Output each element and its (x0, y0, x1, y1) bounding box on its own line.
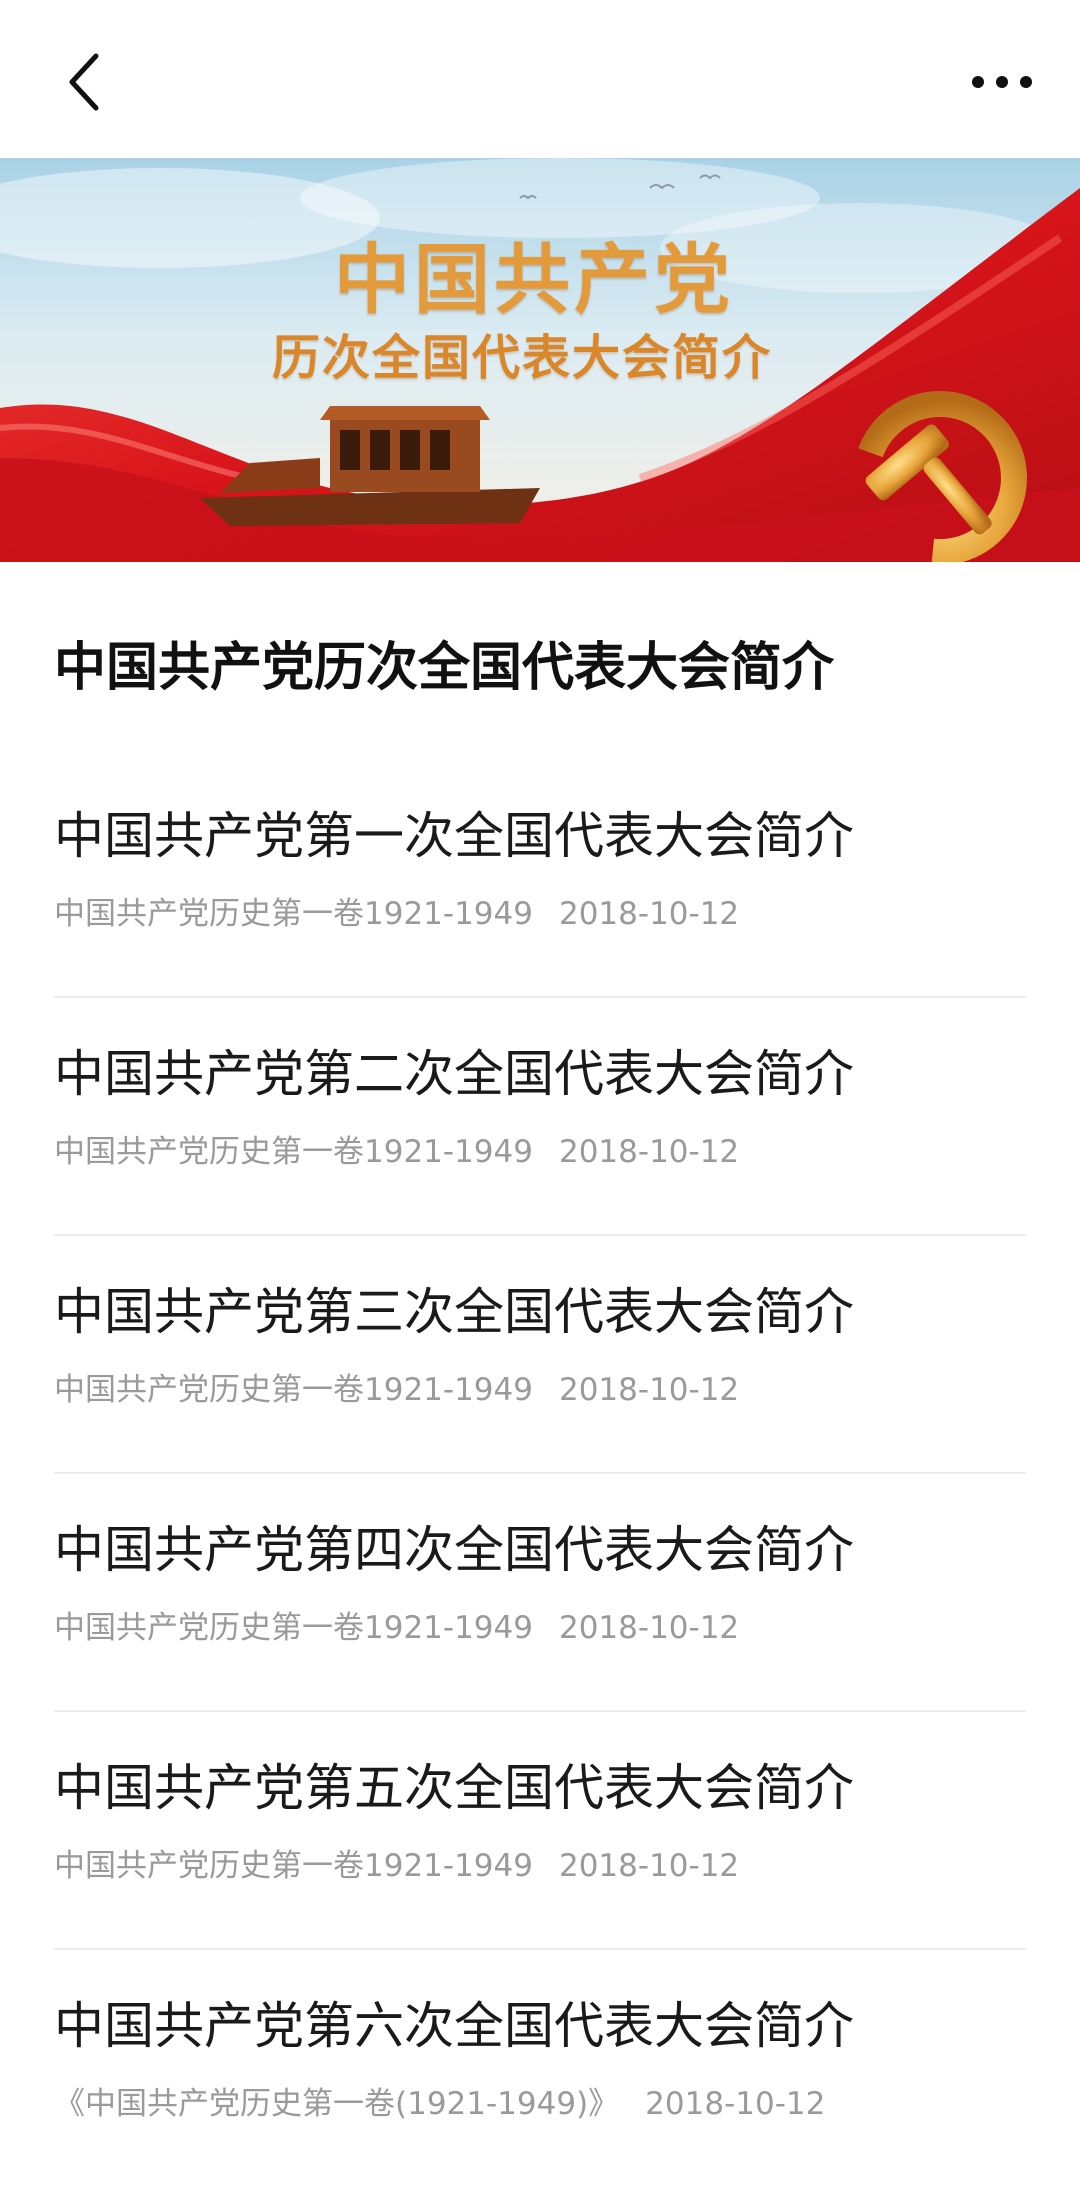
list-item[interactable]: 中国共产党第五次全国代表大会简介 中国共产党历史第一卷1921-1949 2018… (0, 1712, 1080, 1950)
article-title: 中国共产党第三次全国代表大会简介 (54, 1283, 854, 1341)
page-title: 中国共产党历次全国代表大会简介 (54, 637, 835, 698)
more-dots-icon (972, 76, 1032, 88)
list-item[interactable]: 中国共产党第二次全国代表大会简介 中国共产党历史第一卷1921-1949 2018… (0, 998, 1080, 1236)
top-bar (0, 0, 1080, 158)
article-meta: 中国共产党历史第一卷1921-1949 2018-10-12 (54, 1126, 739, 1171)
article-date: 2018-10-12 (558, 1610, 740, 1646)
article-date: 2018-10-12 (558, 896, 740, 932)
chevron-left-icon (69, 53, 99, 111)
article-title: 中国共产党第四次全国代表大会简介 (54, 1521, 854, 1579)
article-meta: 中国共产党历史第一卷1921-1949 2018-10-12 (54, 1602, 739, 1647)
article-source: 中国共产党历史第一卷1921-1949 (54, 1848, 533, 1884)
article-date: 2018-10-12 (558, 1372, 740, 1408)
banner-title: 中国共产党 (334, 235, 734, 324)
list-item[interactable]: 中国共产党第四次全国代表大会简介 中国共产党历史第一卷1921-1949 2018… (0, 1474, 1080, 1712)
article-source: 《中国共产党历史第一卷(1921-1949)》 (54, 2086, 620, 2122)
article-title: 中国共产党第五次全国代表大会简介 (54, 1759, 854, 1817)
more-options-button[interactable] (964, 52, 1040, 112)
article-meta: 《中国共产党历史第一卷(1921-1949)》 2018-10-12 (54, 2078, 825, 2123)
article-meta: 中国共产党历史第一卷1921-1949 2018-10-12 (54, 1840, 739, 1885)
list-item[interactable]: 中国共产党第一次全国代表大会简介 中国共产党历史第一卷1921-1949 2018… (0, 760, 1080, 998)
article-source: 中国共产党历史第一卷1921-1949 (54, 1134, 533, 1170)
banner-image: 中国共产党 历次全国代表大会简介 (0, 158, 1080, 562)
back-button[interactable] (48, 40, 120, 124)
article-date: 2018-10-12 (558, 1848, 740, 1884)
article-meta: 中国共产党历史第一卷1921-1949 2018-10-12 (54, 1364, 739, 1409)
list-item[interactable]: 中国共产党第三次全国代表大会简介 中国共产党历史第一卷1921-1949 2018… (0, 1236, 1080, 1474)
article-meta: 中国共产党历史第一卷1921-1949 2018-10-12 (54, 888, 739, 933)
article-source: 中国共产党历史第一卷1921-1949 (54, 896, 533, 932)
article-list: 中国共产党第一次全国代表大会简介 中国共产党历史第一卷1921-1949 2018… (0, 760, 1080, 2188)
article-title: 中国共产党第一次全国代表大会简介 (54, 807, 854, 865)
article-source: 中国共产党历史第一卷1921-1949 (54, 1610, 533, 1646)
article-title: 中国共产党第六次全国代表大会简介 (54, 1997, 854, 2055)
article-date: 2018-10-12 (558, 1134, 740, 1170)
banner-subtitle: 历次全国代表大会简介 (272, 330, 773, 386)
list-item[interactable]: 中国共产党第六次全国代表大会简介 《中国共产党历史第一卷(1921-1949)》… (0, 1950, 1080, 2188)
article-source: 中国共产党历史第一卷1921-1949 (54, 1372, 533, 1408)
article-title: 中国共产党第二次全国代表大会简介 (54, 1045, 854, 1103)
article-date: 2018-10-12 (645, 2086, 826, 2122)
